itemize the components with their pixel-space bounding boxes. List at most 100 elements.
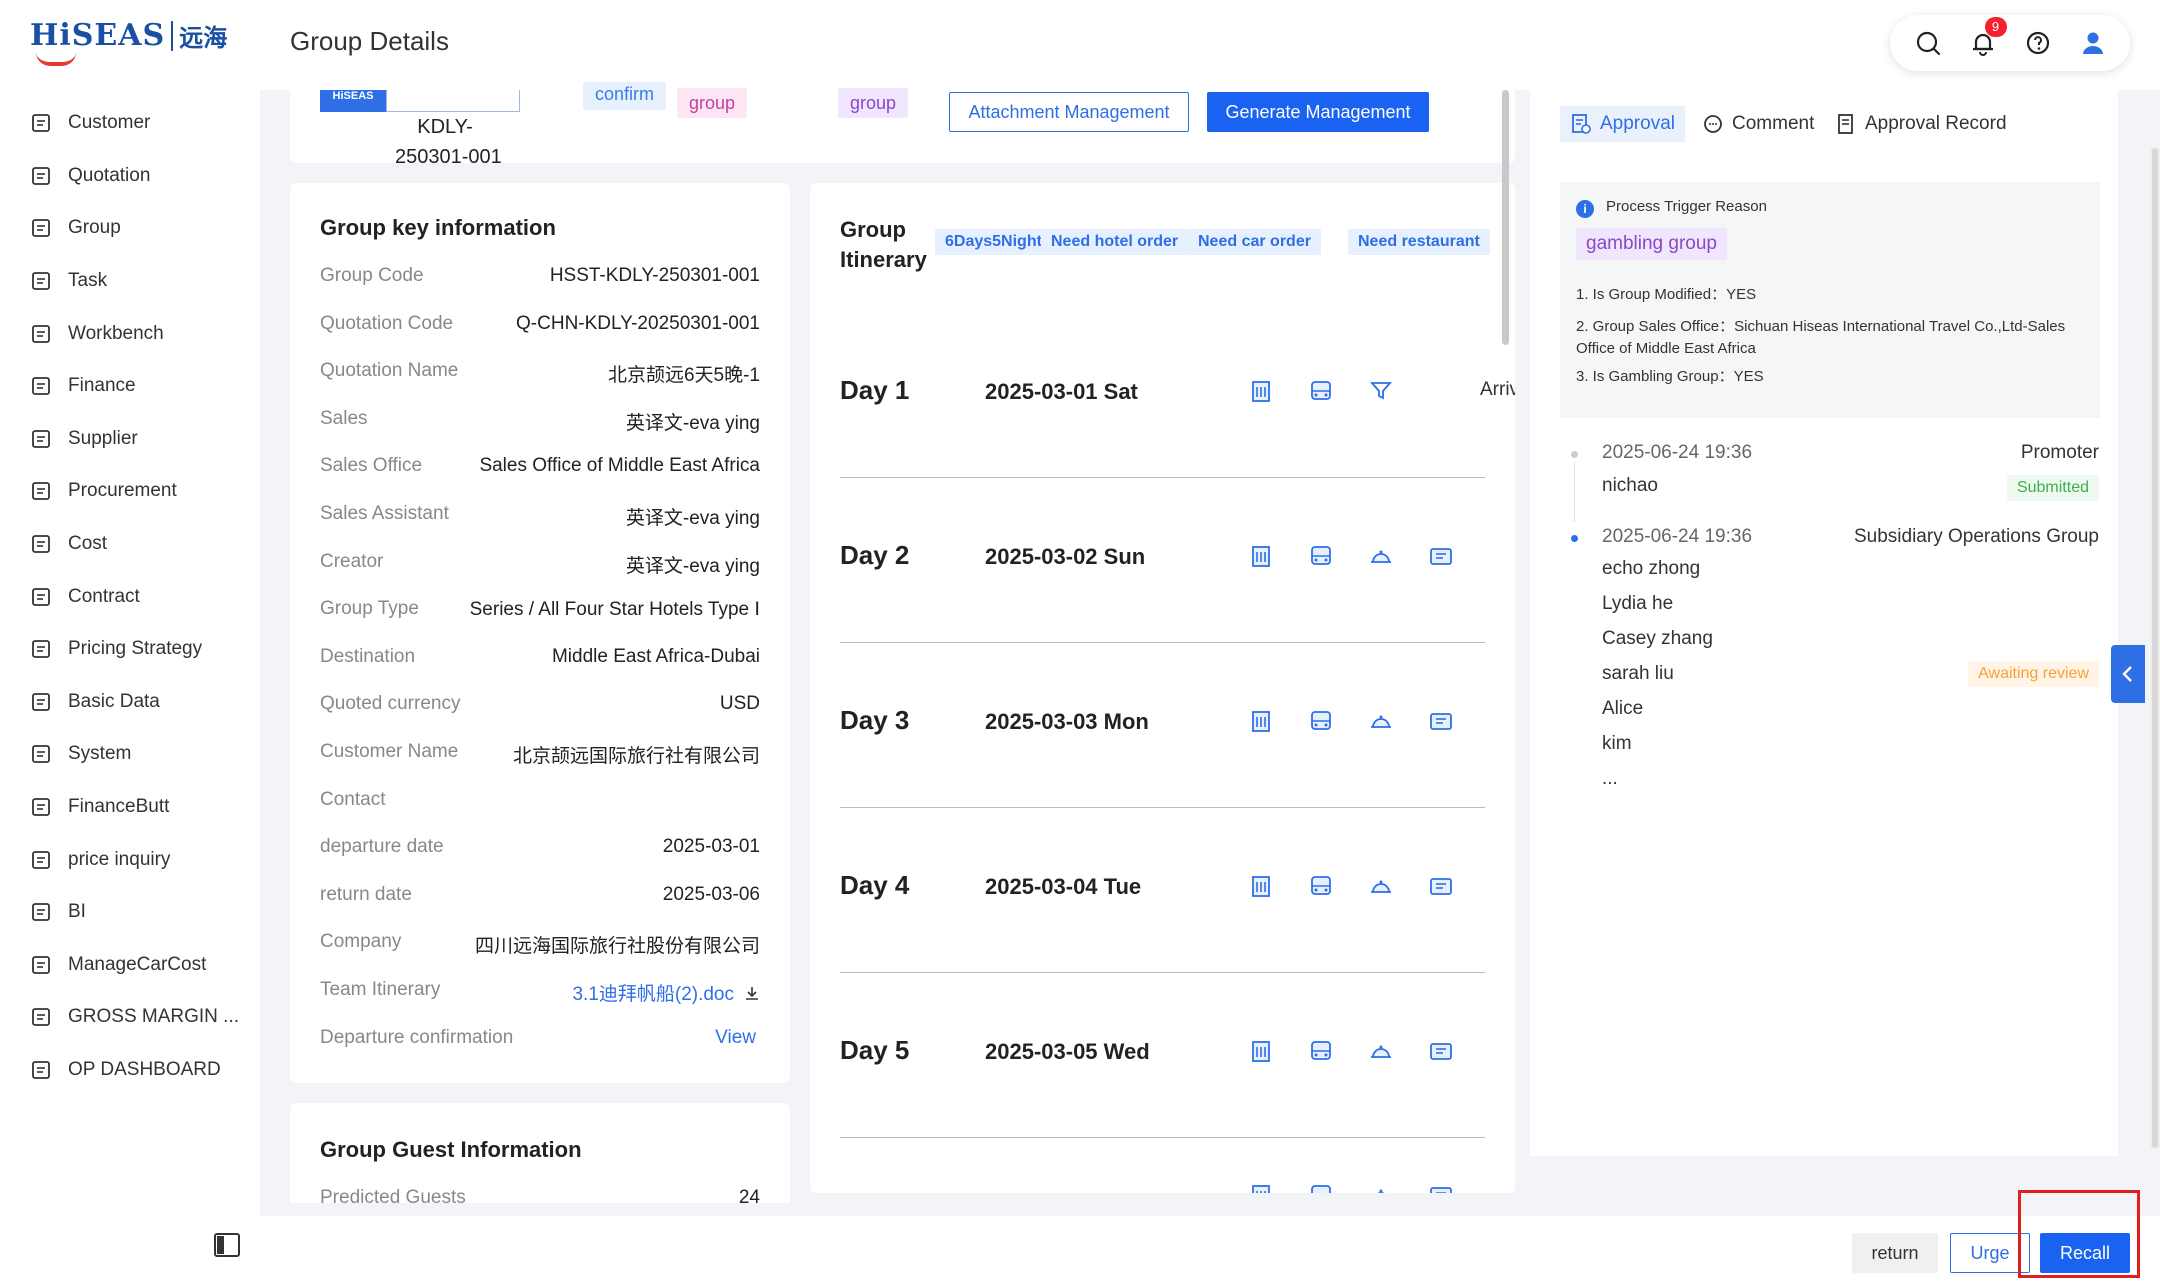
car-icon[interactable] (1307, 1037, 1335, 1065)
key-info-row: Quotation Name 北京颉远6天5晚-1 (320, 360, 760, 387)
hotel-icon[interactable] (1247, 377, 1275, 405)
group-key-info-card: Group key information Group Code HSST-KDL… (290, 183, 790, 1083)
help-icon[interactable] (2022, 27, 2054, 59)
sidebar-item-op-dashboard[interactable]: OP DASHBOARD (0, 1044, 260, 1097)
sidebar-item-contract[interactable]: Contract (0, 570, 260, 623)
sidebar-item-price-inquiry[interactable]: price inquiry (0, 833, 260, 886)
departure-confirmation-view-link[interactable]: View (715, 1027, 760, 1049)
return-button[interactable]: return (1852, 1233, 1938, 1273)
key-info-row: Group Type Series / All Four Star Hotels … (320, 598, 760, 621)
car-icon[interactable] (1307, 542, 1335, 570)
sidebar-item-finance[interactable]: Finance (0, 360, 260, 413)
quotation-icon (30, 165, 52, 187)
generate-management-button[interactable]: Generate Management (1207, 92, 1429, 132)
page-scrollbar-thumb[interactable] (2152, 148, 2158, 1148)
sidebar-item-label: Cost (68, 533, 108, 555)
key-info-label: Company (320, 931, 402, 953)
meal-icon[interactable] (1367, 872, 1395, 900)
system-icon (30, 743, 52, 765)
ticket-icon[interactable] (1427, 1037, 1455, 1065)
status-badge-awaiting-review: Awaiting review (1968, 661, 2099, 687)
ticket-icon[interactable] (1427, 707, 1455, 735)
hotel-icon[interactable] (1247, 707, 1275, 735)
sidebar-item-gross-margin[interactable]: GROSS MARGIN ... (0, 991, 260, 1044)
sidebar-item-bi[interactable]: BI (0, 886, 260, 939)
sidebar-item-basic-data[interactable]: Basic Data (0, 676, 260, 729)
timeline-person: sarah liu (1602, 663, 1674, 684)
key-info-label: Creator (320, 550, 384, 572)
key-info-row: Quoted currency USD (320, 693, 760, 715)
meal-icon[interactable] (1367, 707, 1395, 735)
download-icon[interactable] (744, 985, 760, 1001)
day-label: Day 4 (840, 870, 910, 900)
sidebar-item-group[interactable]: Group (0, 202, 260, 255)
sidebar-item-financebutt[interactable]: FinanceButt (0, 781, 260, 834)
key-info-label: Quotation Code (320, 312, 454, 334)
sidebar-item-pricing-strategy[interactable]: Pricing Strategy (0, 623, 260, 676)
itinerary-day[interactable]: Day 3 2025-03-03 Mon (840, 643, 1485, 808)
sidebar-item-label: FinanceButt (68, 796, 170, 818)
group-icon (30, 217, 52, 239)
confirm-tag: confirm (583, 82, 667, 110)
itinerary-day[interactable]: Day 5 2025-03-05 Wed (840, 973, 1485, 1138)
sidebar-item-cost[interactable]: Cost (0, 518, 260, 571)
panel-collapse-toggle[interactable] (2111, 645, 2145, 703)
meal-icon[interactable] (1367, 542, 1395, 570)
sidebar-item-customer[interactable]: Customer (0, 97, 260, 150)
key-info-value: 2025-03-06 (662, 883, 760, 905)
hotel-icon[interactable] (1247, 1037, 1275, 1065)
search-icon[interactable] (1912, 27, 1944, 59)
sidebar-item-label: Pricing Strategy (68, 638, 203, 660)
bottom-action-bar: return Urge Recall (260, 1216, 2160, 1286)
hotel-icon[interactable] (1247, 542, 1275, 570)
sidebar-item-label: price inquiry (68, 848, 171, 870)
sidebar-item-procurement[interactable]: Procurement (0, 465, 260, 518)
sidebar-item-label: GROSS MARGIN ... (68, 1006, 240, 1028)
key-info-label: Contact (320, 788, 386, 810)
bi-icon (30, 901, 52, 923)
sidebar-item-workbench[interactable]: Workbench (0, 307, 260, 360)
filter-icon[interactable] (1367, 377, 1395, 405)
attachment-management-button[interactable]: Attachment Management (949, 92, 1189, 132)
sidebar-item-task[interactable]: Task (0, 255, 260, 308)
group-tag-2: group (838, 88, 909, 118)
key-info-value: Series / All Four Star Hotels Type Ⅰ (469, 599, 760, 621)
sidebar-item-quotation[interactable]: Quotation (0, 150, 260, 203)
supplier-icon (30, 428, 52, 450)
timeline-person: Casey zhang (1602, 628, 1713, 649)
content-scrollbar[interactable] (1502, 90, 1509, 345)
ticket-icon[interactable] (1427, 872, 1455, 900)
comment-icon (1704, 115, 1722, 133)
tab-approval-record[interactable]: Approval Record (1835, 106, 2007, 142)
itinerary-day[interactable]: Day 4 2025-03-04 Tue (840, 808, 1485, 973)
hotel-icon[interactable] (1247, 872, 1275, 900)
itinerary-title: Group Itinerary (840, 215, 927, 275)
car-icon[interactable] (1307, 707, 1335, 735)
tab-comment[interactable]: Comment (1702, 106, 1814, 142)
key-info-value: USD (719, 693, 760, 715)
ticket-icon[interactable] (1427, 542, 1455, 570)
sidebar-item-managecarcost[interactable]: ManageCarCost (0, 939, 260, 992)
itinerary-day[interactable]: Day 2 2025-03-02 Sun (840, 478, 1485, 643)
notification-bell-icon[interactable]: 9 (1967, 17, 2007, 59)
key-info-value: Sales Office of Middle East Africa (479, 455, 760, 477)
sidebar-item-supplier[interactable]: Supplier (0, 413, 260, 466)
tab-approval[interactable]: Approval (1560, 106, 1685, 142)
timeline-person: ... (1602, 768, 1618, 789)
page-scrollbar[interactable] (2150, 148, 2160, 1148)
car-icon[interactable] (1307, 872, 1335, 900)
car-icon[interactable] (1307, 377, 1335, 405)
predicted-guests-row: Predicted Guests 24 (320, 1187, 760, 1203)
logo[interactable]: HiSEAS 远海 (30, 18, 227, 66)
meal-icon[interactable] (1367, 1037, 1395, 1065)
collapse-sidebar-icon[interactable] (214, 1233, 240, 1257)
team-itinerary-file-link[interactable]: 3.1迪拜帆船(2).doc (572, 979, 734, 1006)
manage-car-icon (30, 954, 52, 976)
itinerary-day[interactable]: Day 1 2025-03-01 Sat Arrival C (840, 313, 1515, 478)
user-avatar-icon[interactable] (2077, 27, 2109, 59)
group-header-strip: HiSEAS KDLY- 250301-001 confirm group gr… (290, 82, 1515, 168)
sidebar-item-system[interactable]: System (0, 728, 260, 781)
day-label: Day 3 (840, 705, 910, 735)
day-label: Day 1 (840, 375, 910, 405)
day-label: Day 2 (840, 540, 910, 570)
